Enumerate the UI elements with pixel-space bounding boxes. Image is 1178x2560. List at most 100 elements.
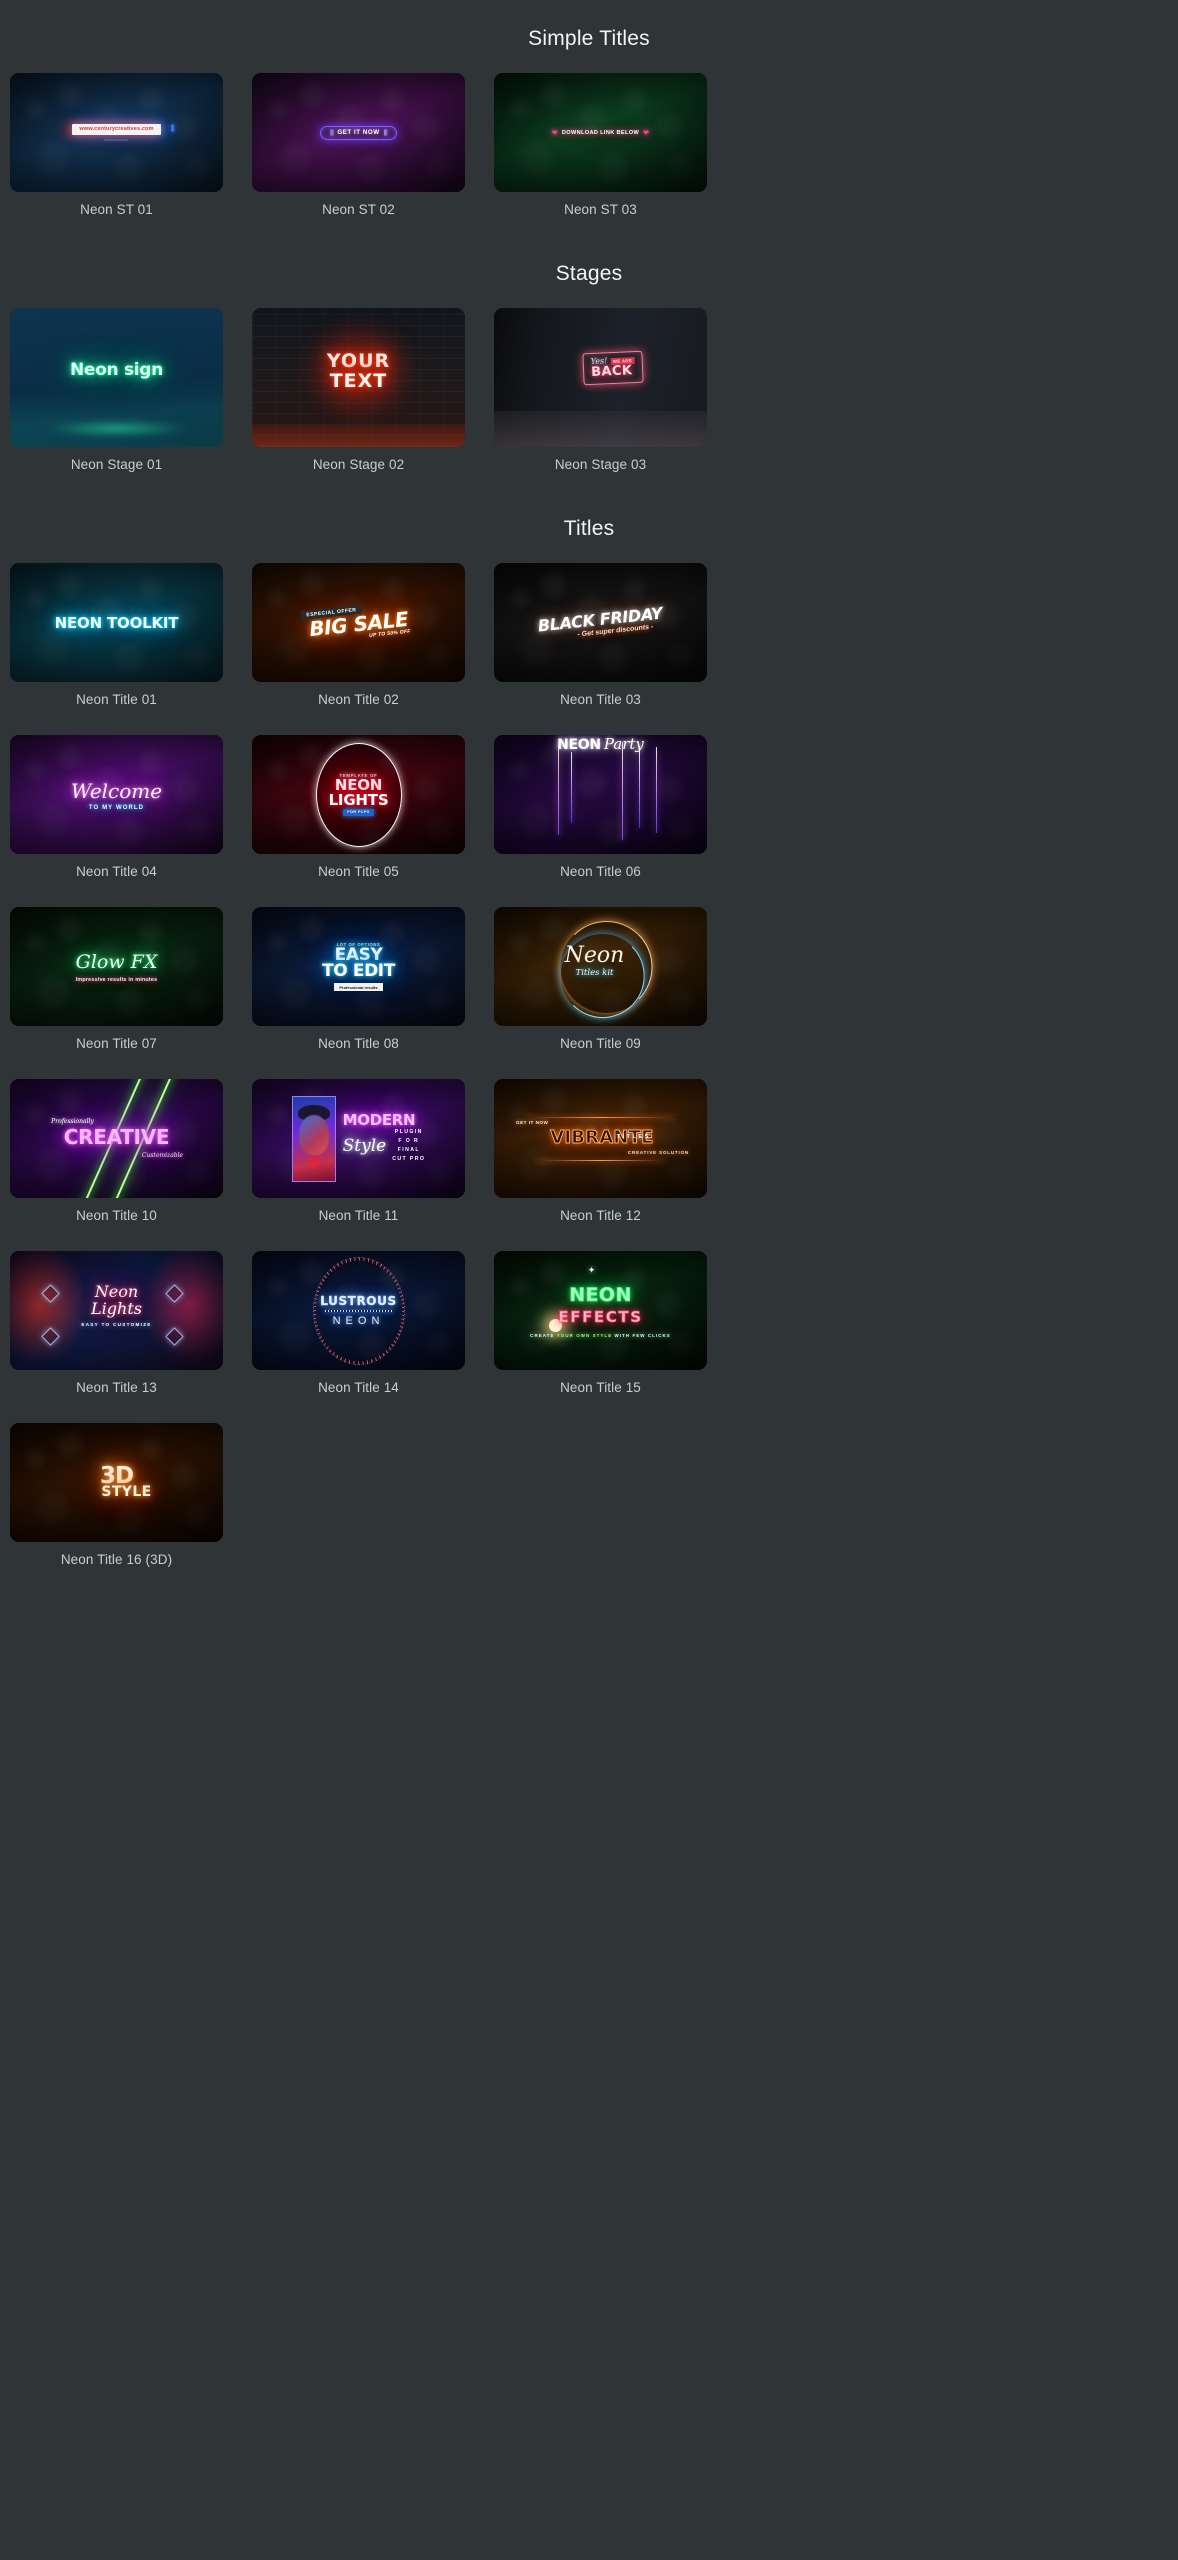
thumbnail-neon-title-08[interactable]: LOT OF OPTIONS EASY TO EDIT Professional… (252, 907, 465, 1026)
gallery-card[interactable]: BLACK FRIDAY - Get super discounts - Neo… (494, 563, 707, 707)
gallery-card[interactable]: NEON TOOLKIT Neon Title 01 (10, 563, 223, 707)
card-caption: Neon Title 11 (318, 1208, 399, 1223)
card-caption: Neon Title 16 (3D) (60, 1552, 173, 1567)
art-text-back: BACK (590, 362, 633, 380)
art-text-line1: LUSTROUS (320, 1294, 397, 1308)
art-dots: •••••••••••• (104, 136, 129, 142)
art-text-sub: EASY TO CUSTOMIZE (81, 1322, 152, 1328)
art-text-sub: Titles kit (575, 968, 614, 978)
art-text-url: www.centurycreatives.com (72, 123, 174, 135)
art-text-sub: Impressive results in minutes (75, 976, 158, 983)
thumbnail-neon-title-11[interactable]: MODERN Style PLUGIN F O R FINAL CUT PRO (252, 1079, 465, 1198)
gallery-card[interactable]: NEON Party Neon Title 06 (494, 735, 707, 879)
card-caption: Neon Title 05 (318, 864, 399, 879)
art-badge: FOR FCPX (343, 808, 374, 816)
card-caption: Neon Title 10 (76, 1208, 157, 1223)
gallery-card[interactable]: MODERN Style PLUGIN F O R FINAL CUT PRO … (252, 1079, 465, 1223)
art-sub-a: CREATE (530, 1332, 557, 1338)
art-text-line2: LIGHTS (328, 790, 389, 809)
gallery-card[interactable]: Neon Lights EASY TO CUSTOMIZE Neon Title… (10, 1251, 223, 1395)
section-heading: Stages (555, 262, 623, 285)
art-text-line2: TO EDIT (322, 961, 395, 981)
gallery-page: Simple Titles www.centurycreatives.com •… (0, 0, 1178, 1567)
thumbnail-neon-title-14[interactable]: LUSTROUS NEON (252, 1251, 465, 1370)
thumbnail-neon-stage-02[interactable]: YOUR TEXT (252, 308, 465, 447)
card-caption: Neon Title 13 (76, 1380, 157, 1395)
bars-right-icon: ||| (383, 129, 388, 136)
art-text-sub: TO MY WORLD (88, 804, 145, 811)
art-text-line1: MODERN (342, 1110, 416, 1129)
card-caption: Neon Title 02 (318, 692, 399, 707)
art-text-line1: CREATIVE (63, 1125, 170, 1149)
gallery-card[interactable]: YOUR TEXT Neon Stage 02 (252, 308, 465, 472)
art-text-line2: STYLE (101, 1484, 152, 1501)
gallery-card[interactable]: TEMPLATE OF NEON LIGHTS FOR FCPX Neon Ti… (252, 735, 465, 879)
thumbnail-neon-title-01[interactable]: NEON TOOLKIT (10, 563, 223, 682)
card-caption: Neon Title 12 (560, 1208, 641, 1223)
art-text-label: GET IT NOW (337, 129, 380, 136)
thumbnail-neon-st-03[interactable]: ❤ DOWNLOAD LINK BELOW ❤ (494, 73, 707, 192)
art-text-sub: Customizable (141, 1152, 184, 1159)
art-text-line1: Neon sign (70, 359, 163, 380)
gallery-card[interactable]: Welcome TO MY WORLD Neon Title 04 (10, 735, 223, 879)
art-portrait (291, 1095, 336, 1182)
thumbnail-grid: Professionally CREATIVE Customizable Neo… (10, 1079, 1168, 1223)
card-caption: Neon ST 01 (80, 202, 153, 217)
thumbnail-grid: Neon Lights EASY TO CUSTOMIZE Neon Title… (10, 1251, 1168, 1395)
art-text-column: PLUGIN F O R FINAL CUT PRO (392, 1128, 426, 1163)
art-text-line1: NEON (569, 1283, 632, 1306)
thumbnail-grid: 3D STYLE Neon Title 16 (3D) (10, 1423, 1168, 1567)
art-text-line2: Lights (91, 1298, 142, 1318)
art-text-line1: NEON (557, 737, 601, 753)
thumbnail-neon-title-16[interactable]: 3D STYLE (10, 1423, 223, 1542)
thumbnail-grid: NEON TOOLKIT Neon Title 01 ESPECIAL OFFE… (10, 563, 1168, 707)
gallery-card[interactable]: ❤ DOWNLOAD LINK BELOW ❤ Neon ST 03 (494, 73, 707, 217)
art-text-line2: Party (603, 735, 644, 753)
card-caption: Neon Title 06 (560, 864, 641, 879)
thumbnail-neon-stage-03[interactable]: Yes! WE ARE BACK (494, 308, 707, 447)
gallery-card[interactable]: ✦ NEON EFFECTS CREATE YOUR OWN STYLE WIT… (494, 1251, 707, 1395)
thumbnail-neon-title-12[interactable]: GET IT NOW VIBRANTE TITLES CREATIVE SOLU… (494, 1079, 707, 1198)
art-text-tag: TITLES (616, 1134, 651, 1140)
thumbnail-neon-title-13[interactable]: Neon Lights EASY TO CUSTOMIZE (10, 1251, 223, 1370)
art-text-line1: 3D (99, 1462, 134, 1489)
thumbnail-neon-title-02[interactable]: ESPECIAL OFFER BIG SALE UP TO 50% OFF (252, 563, 465, 682)
art-sub-b: YOUR OWN STYLE (556, 1332, 613, 1338)
gallery-card[interactable]: Neon Titles kit Neon Title 09 (494, 907, 707, 1051)
gallery-card[interactable]: LOT OF OPTIONS EASY TO EDIT Professional… (252, 907, 465, 1051)
thumbnail-neon-st-02[interactable]: ||| GET IT NOW ||| (252, 73, 465, 192)
gallery-card[interactable]: ESPECIAL OFFER BIG SALE UP TO 50% OFF Ne… (252, 563, 465, 707)
gallery-card[interactable]: Glow FX Impressive results in minutes Ne… (10, 907, 223, 1051)
art-text-sub: CREATE YOUR OWN STYLE WITH FEW CLICKS (530, 1333, 671, 1338)
section-simple-titles: Simple Titles www.centurycreatives.com •… (10, 0, 1168, 217)
gallery-card[interactable]: Professionally CREATIVE Customizable Neo… (10, 1079, 223, 1223)
thumbnail-neon-title-07[interactable]: Glow FX Impressive results in minutes (10, 907, 223, 1026)
gallery-card[interactable]: ||| GET IT NOW ||| Neon ST 02 (252, 73, 465, 217)
art-text-line1: Glow FX (75, 950, 158, 973)
gallery-card[interactable]: LUSTROUS NEON Neon Title 14 (252, 1251, 465, 1395)
art-pill: ||| GET IT NOW ||| (319, 125, 398, 140)
card-caption: Neon Stage 03 (554, 457, 647, 472)
thumbnail-neon-stage-01[interactable]: Neon sign (10, 308, 223, 447)
gallery-card[interactable]: 3D STYLE Neon Title 16 (3D) (10, 1423, 223, 1567)
thumbnail-neon-title-15[interactable]: ✦ NEON EFFECTS CREATE YOUR OWN STYLE WIT… (494, 1251, 707, 1370)
thumbnail-neon-st-01[interactable]: www.centurycreatives.com •••••••••••• (10, 73, 223, 192)
thumbnail-grid: Welcome TO MY WORLD Neon Title 04 TEMPLA… (10, 735, 1168, 879)
thumbnail-neon-title-05[interactable]: TEMPLATE OF NEON LIGHTS FOR FCPX (252, 735, 465, 854)
thumbnail-neon-title-09[interactable]: Neon Titles kit (494, 907, 707, 1026)
thumbnail-neon-title-04[interactable]: Welcome TO MY WORLD (10, 735, 223, 854)
gallery-card[interactable]: www.centurycreatives.com •••••••••••• Ne… (10, 73, 223, 217)
gallery-card[interactable]: Neon sign Neon Stage 01 (10, 308, 223, 472)
gallery-card[interactable]: GET IT NOW VIBRANTE TITLES CREATIVE SOLU… (494, 1079, 707, 1223)
thumbnail-neon-title-03[interactable]: BLACK FRIDAY - Get super discounts - (494, 563, 707, 682)
card-caption: Neon Stage 02 (312, 457, 405, 472)
bars-left-icon: ||| (329, 129, 334, 136)
thumbnail-grid: Glow FX Impressive results in minutes Ne… (10, 907, 1168, 1051)
art-download-row: ❤ DOWNLOAD LINK BELOW ❤ (552, 129, 650, 137)
gallery-card[interactable]: Yes! WE ARE BACK Neon Stage 03 (494, 308, 707, 472)
thumbnail-neon-title-10[interactable]: Professionally CREATIVE Customizable (10, 1079, 223, 1198)
thumbnail-neon-title-06[interactable]: NEON Party (494, 735, 707, 854)
card-caption: Neon Title 03 (560, 692, 641, 707)
art-badge: Professional results (334, 983, 383, 992)
section-titles: Titles NEON TOOLKIT Neon Title 01 ESPECI… (10, 472, 1168, 1567)
